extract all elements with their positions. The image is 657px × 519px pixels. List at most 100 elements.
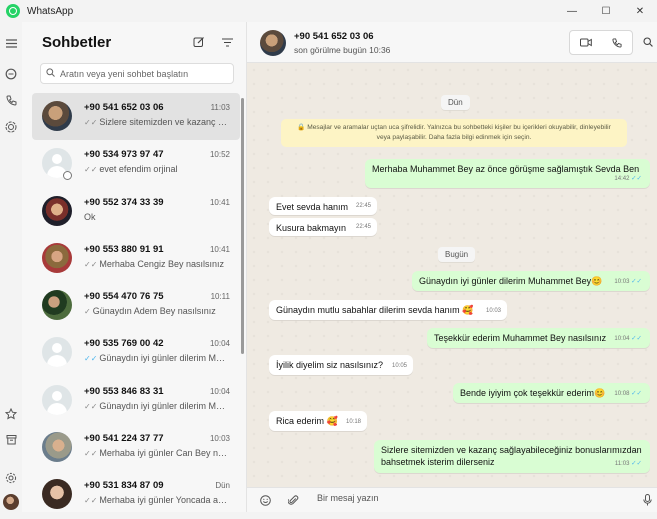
calls-icon[interactable] xyxy=(3,92,19,108)
message-bubble[interactable]: Merhaba Muhammet Bey az önce görüşme sağ… xyxy=(365,159,650,188)
message-bubble[interactable]: Evet sevda hanım 22:45 xyxy=(269,197,377,215)
chat-item[interactable]: +90 535 769 00 42 10:04 ✓✓ Günaydın iyi g… xyxy=(32,329,240,376)
message-meta: 11:03 ✓✓ xyxy=(615,458,644,470)
menu-icon[interactable] xyxy=(3,35,19,51)
conversation-pane: +90 541 652 03 06 son görülme bugün 10:3… xyxy=(247,22,657,512)
chat-preview: Ok xyxy=(84,212,229,222)
chat-name: +90 553 846 83 31 xyxy=(84,385,164,397)
chat-list-scrollbar[interactable] xyxy=(241,98,244,354)
message-text: Günaydın iyi günler dilerim Muhammet Bey… xyxy=(419,276,603,286)
message-bubble[interactable]: Bende iyiyim çok teşekkür ederim😊 10:08 … xyxy=(453,383,650,403)
chat-item[interactable]: +90 534 973 97 47 10:52 ✓✓ evet efendim o… xyxy=(32,140,240,187)
message-bubble[interactable]: Kusura bakmayın 22:45 xyxy=(269,218,377,236)
call-buttons xyxy=(569,30,633,55)
avatar xyxy=(42,384,72,415)
read-tick-icon: ✓✓ xyxy=(631,390,642,397)
message-time: 22:45 xyxy=(355,224,371,230)
chat-item[interactable]: +90 554 470 76 75 10:11 ✓ Günaydın Adem B… xyxy=(32,282,240,329)
navigation-rail xyxy=(0,22,22,512)
new-chat-icon[interactable] xyxy=(191,34,207,50)
message-meta: 10:08 ✓✓ xyxy=(614,388,644,400)
chat-preview-text: Ok xyxy=(84,211,96,222)
message-time: 10:05 xyxy=(391,363,407,369)
chats-title: Sohbetler xyxy=(42,34,112,51)
minimize-button[interactable]: — xyxy=(555,0,589,22)
avatar xyxy=(42,337,72,368)
message-bubble[interactable]: Sizlere sitemizden ve kazanç sağlayabile… xyxy=(374,440,650,473)
chat-preview-text: Merhaba Cengiz Bey nasılsınız xyxy=(99,258,224,269)
search-box xyxy=(40,63,234,84)
microphone-icon[interactable] xyxy=(639,492,655,508)
encryption-notice[interactable]: 🔒 Mesajlar ve aramalar uçtan uca şifreli… xyxy=(281,119,627,147)
emoji-icon[interactable] xyxy=(257,492,273,508)
settings-icon[interactable] xyxy=(3,470,19,486)
status-ring-icon xyxy=(63,171,72,181)
chat-name: +90 531 834 87 09 xyxy=(84,480,164,492)
conversation-header[interactable]: +90 541 652 03 06 son görülme bugün 10:3… xyxy=(247,22,657,63)
message-composer xyxy=(247,487,657,512)
chat-time: 10:41 xyxy=(209,244,230,254)
message-area[interactable]: Dün 🔒 Mesajlar ve aramalar uçtan uca şif… xyxy=(247,63,657,487)
message-text: Kusura bakmayın xyxy=(276,223,347,233)
chats-icon[interactable] xyxy=(3,66,19,82)
profile-avatar[interactable] xyxy=(3,494,19,510)
search-messages-button[interactable] xyxy=(640,34,656,50)
archive-icon[interactable] xyxy=(3,431,19,447)
chat-name: +90 552 374 33 39 xyxy=(84,196,164,208)
chat-preview-text: evet efendim orjinal xyxy=(99,164,178,175)
chat-item[interactable]: +90 552 374 33 39 10:41 Ok xyxy=(32,188,240,235)
filter-icon[interactable] xyxy=(219,34,235,50)
chat-preview: ✓✓Günaydın iyi günler dilerim Muhammet B… xyxy=(84,401,229,411)
avatar xyxy=(42,242,72,273)
chat-preview: ✓✓Günaydın iyi günler dilerim Muhammet B… xyxy=(84,353,229,363)
message-input[interactable] xyxy=(317,493,617,503)
delivered-tick-icon: ✓✓ xyxy=(84,496,98,506)
chat-item[interactable]: +90 553 880 91 91 10:41 ✓✓ Merhaba Cengiz… xyxy=(32,235,240,282)
chat-preview-text: Sizlere sitemizden ve kazanç sağlayabile… xyxy=(99,117,229,127)
contact-avatar[interactable] xyxy=(260,30,286,56)
message-bubble[interactable]: İyilik diyelim siz nasılsınız? 10:05 xyxy=(269,355,413,375)
chat-preview-text: Merhaba iyi günler Can Bey nasılsınız xyxy=(99,448,229,459)
avatar xyxy=(42,290,72,321)
window-controls: — ☐ ✕ xyxy=(555,0,657,22)
message-text: Evet sevda hanım xyxy=(276,202,349,212)
avatar xyxy=(42,479,72,510)
message-text: İyilik diyelim siz nasılsınız? xyxy=(276,360,384,370)
read-tick-icon: ✓✓ xyxy=(631,335,642,342)
message-text: Rica ederim 🥰 xyxy=(276,416,338,426)
chat-preview: ✓ Günaydın Adem Bey nasılsınız xyxy=(84,306,229,316)
chat-item[interactable]: +90 541 652 03 06 11:03 ✓✓ Sizlere sitemi… xyxy=(32,93,240,141)
delivered-tick-icon: ✓✓ xyxy=(84,259,98,269)
message-bubble[interactable]: Teşekkür ederim Muhammet Bey nasılsınız … xyxy=(427,328,650,348)
title-bar: WhatsApp — ☐ ✕ xyxy=(0,0,657,22)
chat-item[interactable]: +90 541 224 37 77 10:03 ✓✓ Merhaba iyi gü… xyxy=(32,424,240,471)
video-call-button[interactable] xyxy=(570,31,601,54)
message-text: Günaydın mutlu sabahlar dilerim sevda ha… xyxy=(276,305,474,315)
search-input[interactable] xyxy=(60,68,230,79)
chat-item[interactable]: +90 553 846 83 31 10:04 ✓✓ Günaydın iyi g… xyxy=(32,377,240,424)
chat-time: 11:03 xyxy=(210,103,230,112)
chat-preview: ✓✓ Merhaba iyi günler Yoncada ablam xyxy=(84,495,229,505)
message-bubble[interactable]: Günaydın mutlu sabahlar dilerim sevda ha… xyxy=(269,300,507,320)
message-meta: 10:04 ✓✓ xyxy=(614,333,644,345)
status-icon[interactable] xyxy=(3,119,19,135)
chat-time: 10:41 xyxy=(209,197,230,207)
attach-icon[interactable] xyxy=(285,492,301,508)
chat-time: 10:04 xyxy=(209,386,230,396)
chat-name: +90 554 470 76 75 xyxy=(84,291,164,303)
message-time: 10:04 xyxy=(614,336,630,342)
chat-preview-text: Günaydın Adem Bey nasılsınız xyxy=(92,306,216,317)
message-time: 10:03 xyxy=(614,279,630,285)
close-button[interactable]: ✕ xyxy=(623,0,657,22)
starred-icon[interactable] xyxy=(3,406,19,422)
delivered-tick-icon: ✓✓ xyxy=(84,401,98,411)
maximize-button[interactable]: ☐ xyxy=(589,0,623,22)
message-text: Teşekkür ederim Muhammet Bey nasılsınız xyxy=(434,333,607,343)
read-tick-icon: ✓✓ xyxy=(631,175,642,182)
message-bubble[interactable]: Günaydın iyi günler dilerim Muhammet Bey… xyxy=(412,271,650,291)
voice-call-button[interactable] xyxy=(601,31,632,54)
chat-time: 10:03 xyxy=(209,434,230,444)
message-bubble[interactable]: Rica ederim 🥰 10:18 xyxy=(269,411,367,431)
contact-name: +90 541 652 03 06 xyxy=(294,31,374,42)
date-divider-today: Bugün xyxy=(438,247,476,262)
